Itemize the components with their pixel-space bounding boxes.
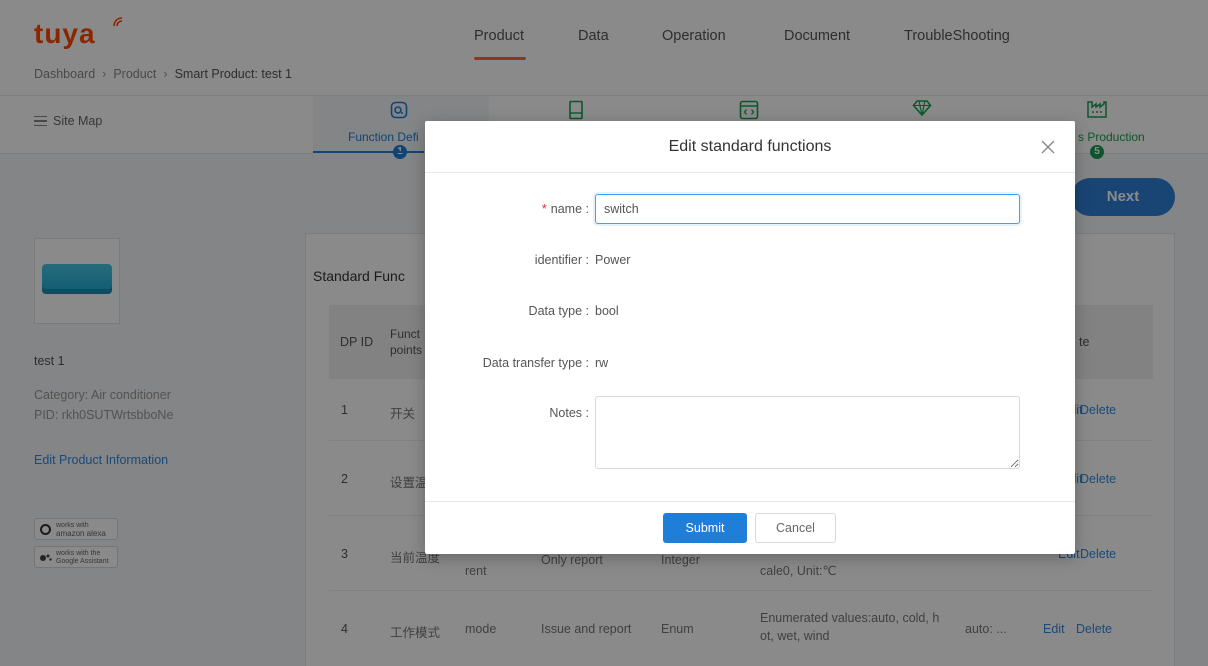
data-transfer-type-value: rw bbox=[595, 356, 609, 370]
name-label-text: name : bbox=[550, 202, 589, 216]
name-input[interactable] bbox=[595, 194, 1020, 224]
submit-button[interactable]: Submit bbox=[663, 513, 747, 543]
name-label: * name : bbox=[425, 202, 589, 216]
required-asterisk: * bbox=[541, 202, 547, 216]
notes-label: Notes : bbox=[549, 406, 589, 420]
notes-textarea[interactable] bbox=[595, 396, 1020, 469]
identifier-value: Power bbox=[595, 253, 631, 267]
data-transfer-type-label: Data transfer type : bbox=[482, 356, 589, 370]
identifier-label: identifier : bbox=[534, 253, 589, 267]
cancel-button[interactable]: Cancel bbox=[755, 513, 836, 543]
close-icon[interactable] bbox=[1039, 138, 1057, 156]
modal-footer bbox=[425, 501, 1075, 554]
data-type-label: Data type : bbox=[528, 304, 589, 318]
modal-title: Edit standard functions bbox=[425, 121, 1075, 173]
edit-standard-functions-modal: Edit standard functions *name : identifi… bbox=[425, 121, 1075, 554]
data-type-value: bool bbox=[595, 304, 619, 318]
